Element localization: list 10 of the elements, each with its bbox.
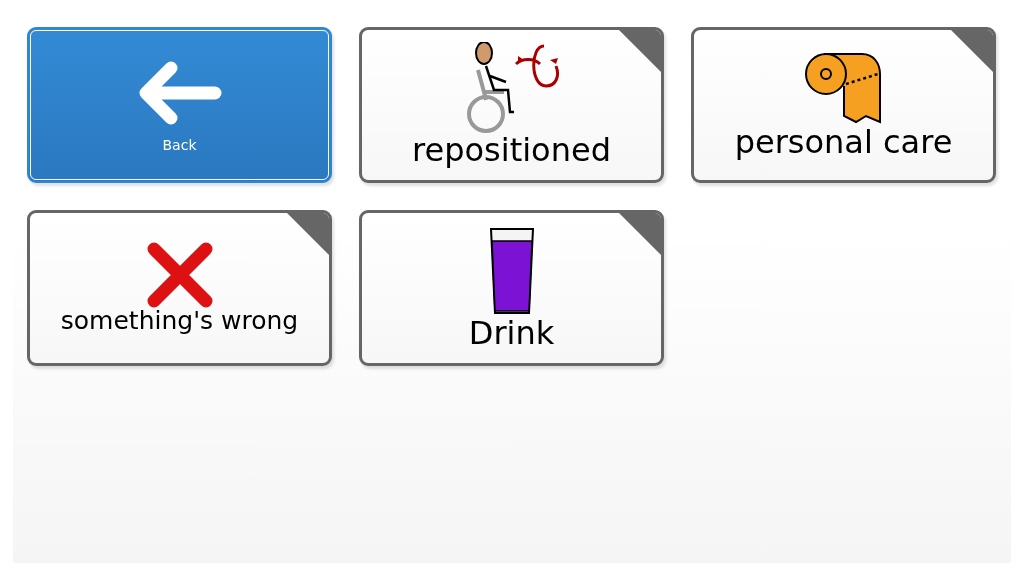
folder-tile[interactable]: repositioned: [359, 27, 664, 183]
folder-corner-icon: [950, 30, 993, 73]
folder-corner-icon: [286, 213, 329, 256]
folder-tile[interactable]: Drink: [359, 210, 664, 366]
cross-icon: [146, 241, 213, 308]
folder-tile[interactable]: something's wrong: [27, 210, 332, 366]
folder-corner-icon: [618, 213, 661, 256]
folder-tile[interactable]: personal care: [691, 27, 996, 183]
back-button[interactable]: Back: [27, 27, 332, 183]
folder-corner-icon: [618, 30, 661, 73]
